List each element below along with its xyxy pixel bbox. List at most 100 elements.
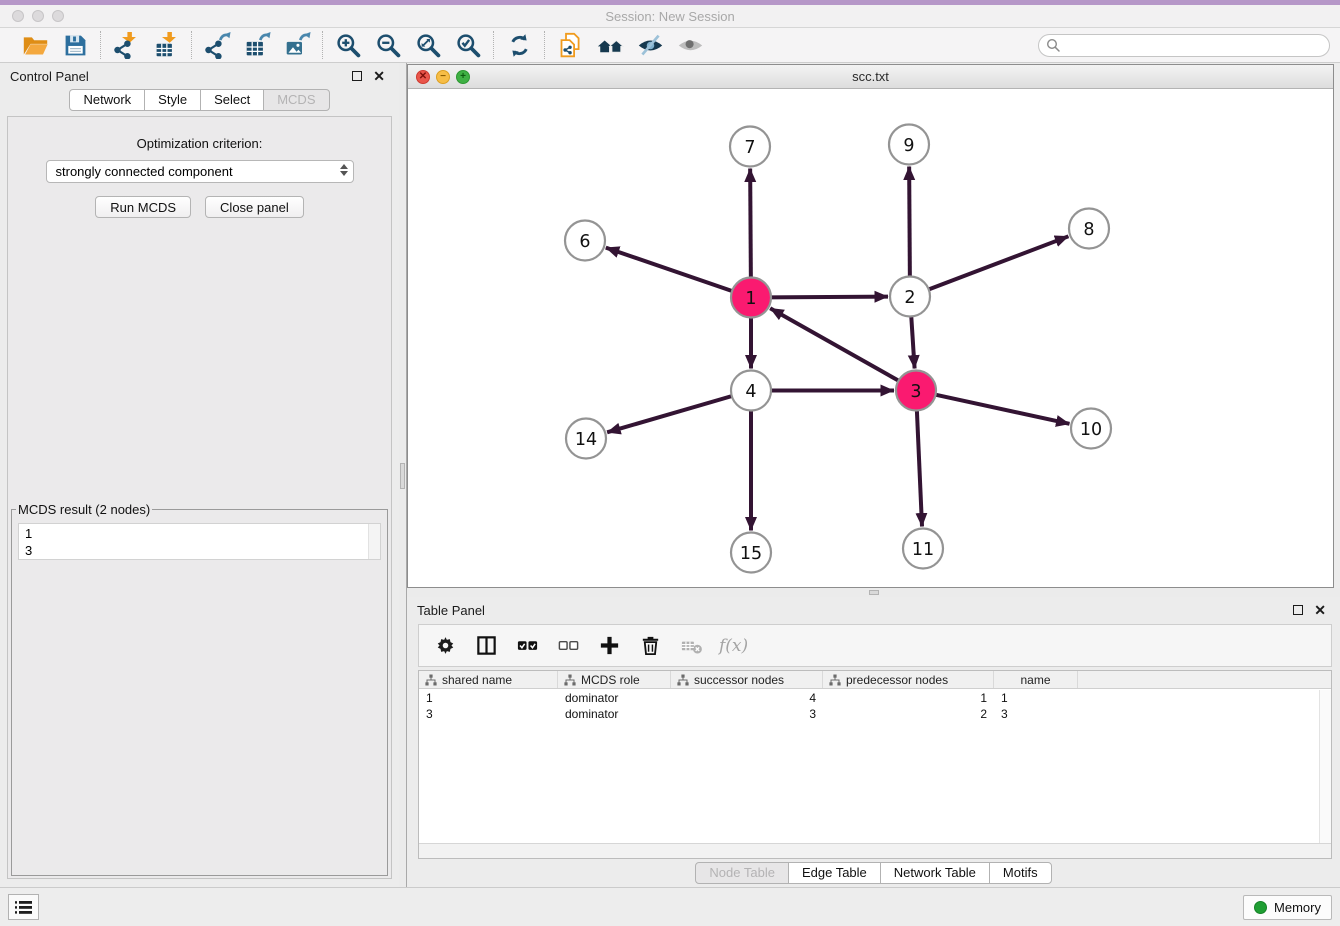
graph-node-9[interactable]: 9: [889, 125, 929, 165]
svg-text:10: 10: [1080, 420, 1102, 440]
delete-column-icon[interactable]: [637, 633, 663, 659]
table-panel-header: Table Panel ✕: [407, 597, 1340, 623]
close-window-button[interactable]: [12, 10, 24, 22]
edge-1-7[interactable]: [750, 168, 751, 280]
network-zoom-button[interactable]: +: [456, 70, 470, 84]
table-row[interactable]: 3dominator323: [419, 707, 1331, 723]
column-label: successor nodes: [694, 673, 784, 687]
zoom-window-button[interactable]: [52, 10, 64, 22]
graph-node-1[interactable]: 1: [731, 278, 771, 318]
table-horizontal-scrollbar[interactable]: [419, 843, 1331, 858]
splitter-grip-icon[interactable]: [869, 590, 879, 595]
tab-style[interactable]: Style: [144, 89, 201, 111]
zoom-in-icon[interactable]: [332, 30, 364, 60]
select-all-checks-icon[interactable]: [514, 633, 540, 659]
edge-2-3[interactable]: [911, 313, 915, 368]
clear-checks-icon[interactable]: [555, 633, 581, 659]
graph-node-11[interactable]: 11: [903, 529, 943, 569]
graph-node-10[interactable]: 10: [1071, 409, 1111, 449]
tab-motifs[interactable]: Motifs: [989, 862, 1052, 884]
close-panel-button[interactable]: Close panel: [205, 196, 304, 218]
edge-1-6[interactable]: [606, 248, 735, 292]
graph-node-14[interactable]: 14: [566, 419, 606, 459]
svg-text:4: 4: [745, 382, 756, 402]
tab-select[interactable]: Select: [200, 89, 264, 111]
graph-node-4[interactable]: 4: [731, 371, 771, 411]
column-label: name: [1020, 673, 1050, 687]
tab-edge-table[interactable]: Edge Table: [788, 862, 881, 884]
export-image-icon[interactable]: [281, 30, 313, 60]
column-header-successor-nodes[interactable]: successor nodes: [671, 671, 823, 688]
column-header-mcds-role[interactable]: MCDS role: [558, 671, 671, 688]
vertical-splitter[interactable]: [399, 63, 407, 887]
show-all-icon[interactable]: [674, 30, 706, 60]
task-history-button[interactable]: [8, 894, 39, 920]
network-close-button[interactable]: ✕: [416, 70, 430, 84]
table-header-row: shared name MCDS role successor nodes prede…: [419, 671, 1331, 689]
tab-node-table[interactable]: Node Table: [695, 862, 789, 884]
graph-node-2[interactable]: 2: [890, 277, 930, 317]
result-line: 3: [25, 542, 380, 559]
graph-node-3[interactable]: 3: [896, 371, 936, 411]
zoom-out-icon[interactable]: [372, 30, 404, 60]
import-table-icon[interactable]: [150, 30, 182, 60]
home-view-icon[interactable]: [594, 30, 626, 60]
memory-button[interactable]: Memory: [1243, 895, 1332, 920]
table-row[interactable]: 1dominator411: [419, 691, 1331, 707]
export-table-icon[interactable]: [241, 30, 273, 60]
close-panel-icon[interactable]: ✕: [1314, 605, 1326, 615]
criterion-dropdown[interactable]: strongly connected component: [46, 160, 354, 183]
edge-2-8[interactable]: [926, 236, 1069, 290]
horizontal-splitter[interactable]: [407, 588, 1340, 597]
edge-4-14[interactable]: [607, 395, 735, 432]
table-vertical-scrollbar[interactable]: [1319, 690, 1331, 843]
tab-network[interactable]: Network: [69, 89, 145, 111]
titlebar-traffic-lights: [12, 10, 64, 22]
tab-network-table[interactable]: Network Table: [880, 862, 990, 884]
tab-mcds[interactable]: MCDS: [263, 89, 329, 111]
import-network-icon[interactable]: [110, 30, 142, 60]
minimize-window-button[interactable]: [32, 10, 44, 22]
split-panel-icon[interactable]: [473, 633, 499, 659]
add-column-icon[interactable]: [596, 633, 622, 659]
edge-1-2[interactable]: [768, 297, 888, 298]
export-network-icon[interactable]: [201, 30, 233, 60]
zoom-selected-icon[interactable]: [452, 30, 484, 60]
mcds-result-box[interactable]: 13: [18, 523, 381, 560]
clone-network-icon[interactable]: [554, 30, 586, 60]
float-panel-icon[interactable]: [352, 71, 362, 81]
mcds-tab-body: Optimization criterion: strongly connect…: [7, 116, 392, 879]
edge-3-1[interactable]: [770, 308, 901, 382]
close-panel-icon[interactable]: ✕: [373, 71, 385, 81]
edge-3-11[interactable]: [917, 407, 922, 526]
edge-3-10[interactable]: [933, 394, 1070, 424]
svg-text:1: 1: [745, 289, 756, 309]
memory-button-label: Memory: [1274, 900, 1321, 915]
graph-node-8[interactable]: 8: [1069, 209, 1109, 249]
open-file-icon[interactable]: [19, 30, 51, 60]
result-vertical-scrollbar[interactable]: [368, 524, 380, 559]
zoom-fit-icon[interactable]: [412, 30, 444, 60]
float-panel-icon[interactable]: [1293, 605, 1303, 615]
column-header-predecessor-nodes[interactable]: predecessor nodes: [823, 671, 994, 688]
save-session-icon[interactable]: [59, 30, 91, 60]
column-header-shared-name[interactable]: shared name: [419, 671, 558, 688]
control-panel-header: Control Panel ✕: [0, 63, 399, 89]
table-settings-icon[interactable]: [432, 633, 458, 659]
hide-selected-icon[interactable]: [634, 30, 666, 60]
run-mcds-button[interactable]: Run MCDS: [95, 196, 191, 218]
svg-text:9: 9: [903, 136, 914, 156]
network-minimize-button[interactable]: −: [436, 70, 450, 84]
network-canvas[interactable]: 7 9 6 8 1 2 4 3 14 10 15 11: [408, 89, 1333, 587]
sort-hierarchy-icon: [564, 674, 576, 686]
column-label: shared name: [442, 673, 512, 687]
column-header-name[interactable]: name: [994, 671, 1078, 688]
search-input[interactable]: [1038, 34, 1330, 57]
graph-node-15[interactable]: 15: [731, 533, 771, 573]
cell-shared-name: 1: [419, 691, 558, 707]
graph-node-6[interactable]: 6: [565, 221, 605, 261]
graph-node-7[interactable]: 7: [730, 127, 770, 167]
splitter-grip-icon[interactable]: [400, 463, 405, 489]
apply-layout-icon[interactable]: [503, 30, 535, 60]
edge-2-9[interactable]: [909, 166, 910, 279]
